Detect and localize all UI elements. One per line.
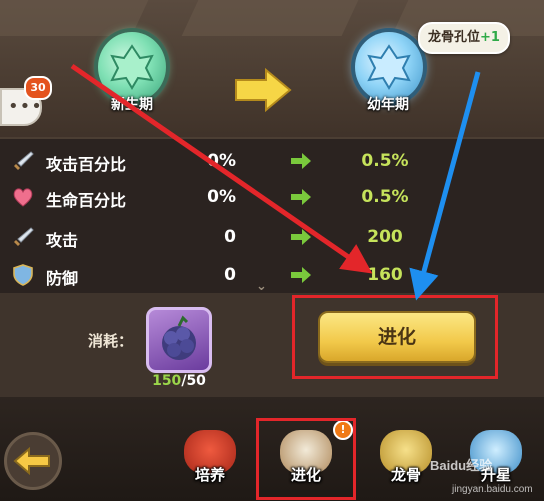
sword-icon: [14, 227, 34, 246]
stat-row: 防御 0 160: [0, 257, 544, 293]
next-stage-label: 幼年期: [367, 97, 409, 113]
back-arrow-icon: [13, 446, 50, 476]
tooltip-bonus: +1: [480, 30, 500, 45]
cost-label: 消耗：: [88, 332, 134, 350]
stat-row: 攻击百分比 0% 0.5%: [0, 143, 544, 179]
material-have: 150: [152, 373, 182, 389]
tab-cultivate[interactable]: 培养: [174, 428, 246, 496]
stat-next-value: 0.5%: [361, 151, 409, 171]
chat-badge: 30: [24, 76, 52, 100]
highlight-box-evolve-tab: [256, 418, 356, 500]
increase-arrow-icon: [291, 267, 311, 283]
tooltip-text: 龙骨孔位: [428, 30, 481, 45]
stat-current-value: 0%: [207, 151, 236, 171]
highlight-box-evolve-button: [292, 295, 498, 379]
stat-current-value: 0: [224, 265, 236, 285]
stat-next-value: 200: [367, 227, 403, 247]
next-stage-egg-icon: [355, 32, 423, 102]
stat-row: 生命百分比 0% 0.5%: [0, 179, 544, 215]
evolve-material-slot[interactable]: [146, 307, 212, 373]
watermark-url: jingyan.baidu.com: [452, 484, 533, 495]
material-need: 50: [186, 373, 206, 389]
heart-icon: [13, 188, 33, 207]
watermark: Baidu经验: [430, 458, 493, 473]
current-stage-egg-icon: [98, 32, 166, 102]
stat-name: 攻击: [46, 231, 79, 250]
shield-icon: [13, 264, 33, 286]
stat-name: 防御: [46, 269, 79, 288]
stat-row: 攻击 0 200: [0, 219, 544, 255]
header-stripe: [181, 0, 359, 36]
chevron-down-icon[interactable]: ⌄: [256, 279, 267, 294]
sword-icon: [14, 151, 34, 170]
stat-next-value: 160: [367, 265, 403, 285]
current-stage-label: 新生期: [111, 97, 153, 113]
stat-name: 生命百分比: [46, 191, 127, 210]
stat-current-value: 0%: [207, 187, 236, 207]
stats-panel: 攻击百分比 0% 0.5% 生命百分比 0% 0.5% 攻击 0 200 防御 …: [0, 137, 544, 295]
bone-slot-tooltip: 龙骨孔位+1: [418, 22, 510, 54]
chat-bubble-icon: •••: [8, 96, 43, 117]
stage-arrow-icon: [235, 68, 292, 112]
increase-arrow-icon: [291, 153, 311, 169]
increase-arrow-icon: [291, 189, 311, 205]
back-button[interactable]: [4, 432, 62, 490]
stat-name: 攻击百分比: [46, 155, 127, 174]
increase-arrow-icon: [291, 229, 311, 245]
stat-next-value: 0.5%: [361, 187, 409, 207]
tab-label: 培养: [194, 466, 225, 484]
stat-current-value: 0: [224, 227, 236, 247]
material-count: 150/50: [146, 373, 212, 389]
purple-fruit-icon: [162, 315, 196, 360]
header-stripe: [0, 0, 149, 36]
